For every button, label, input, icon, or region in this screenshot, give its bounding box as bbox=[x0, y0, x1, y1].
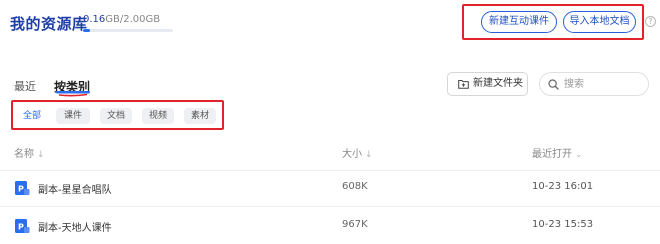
sort-arrow-icon: ↓ bbox=[37, 150, 45, 160]
filter-chip-video[interactable]: 视频 bbox=[142, 108, 174, 124]
file-last-opened: 10-23 15:53 bbox=[532, 219, 594, 230]
column-header-size[interactable]: 大小 ↓ bbox=[342, 145, 373, 160]
new-interactive-courseware-button[interactable]: 新建互动课件 bbox=[481, 11, 557, 33]
presentation-file-icon: P bbox=[15, 219, 30, 233]
file-name[interactable]: 副本-天地人课件 bbox=[38, 219, 112, 234]
page-title: 我的资源库 bbox=[10, 15, 88, 33]
tab-recent[interactable]: 最近 bbox=[14, 78, 36, 94]
table-row[interactable]: P 副本-星星合唱队 608K 10-23 16:01 bbox=[0, 178, 660, 198]
column-header-time-label: 最近打开 bbox=[532, 149, 572, 160]
table-row[interactable]: P 副本-天地人课件 967K 10-23 15:53 bbox=[0, 216, 660, 236]
storage-used-value: 0.16 bbox=[83, 14, 106, 25]
file-size: 608K bbox=[342, 181, 368, 192]
help-icon[interactable]: ? bbox=[645, 16, 656, 27]
filter-chip-document[interactable]: 文档 bbox=[100, 108, 132, 124]
storage-total-value: GB/2.00GB bbox=[105, 14, 161, 25]
search-input[interactable] bbox=[564, 76, 644, 92]
search-icon bbox=[548, 79, 559, 90]
row-divider bbox=[0, 170, 660, 171]
search-box[interactable] bbox=[539, 72, 649, 96]
svg-text:P: P bbox=[18, 223, 24, 232]
storage-progress-bar bbox=[83, 29, 173, 32]
column-header-name-label: 名称 bbox=[14, 149, 34, 160]
new-folder-button[interactable]: 新建文件夹 bbox=[447, 72, 528, 96]
column-header-last-opened[interactable]: 最近打开 ⌄ bbox=[532, 145, 583, 160]
file-name[interactable]: 副本-星星合唱队 bbox=[38, 181, 112, 196]
filter-chip-material[interactable]: 素材 bbox=[184, 108, 216, 124]
chevron-down-icon: ⌄ bbox=[575, 150, 583, 160]
filter-chip-all[interactable]: 全部 bbox=[18, 108, 46, 124]
file-last-opened: 10-23 16:01 bbox=[532, 181, 594, 192]
column-header-name[interactable]: 名称 ↓ bbox=[14, 145, 45, 160]
active-tab-indicator bbox=[56, 91, 90, 94]
file-size: 967K bbox=[342, 219, 368, 230]
column-header-size-label: 大小 bbox=[342, 149, 362, 160]
new-folder-icon bbox=[458, 80, 469, 89]
storage-progress-fill bbox=[83, 29, 91, 32]
sort-arrow-icon: ↓ bbox=[365, 150, 373, 160]
filter-chip-courseware[interactable]: 课件 bbox=[56, 108, 90, 124]
svg-text:P: P bbox=[18, 185, 24, 194]
new-folder-label: 新建文件夹 bbox=[473, 78, 523, 89]
storage-usage-text: 0.16GB/2.00GB bbox=[83, 14, 160, 25]
presentation-file-icon: P bbox=[15, 181, 30, 195]
import-local-document-button[interactable]: 导入本地文档 bbox=[563, 11, 636, 33]
row-divider bbox=[0, 206, 660, 207]
